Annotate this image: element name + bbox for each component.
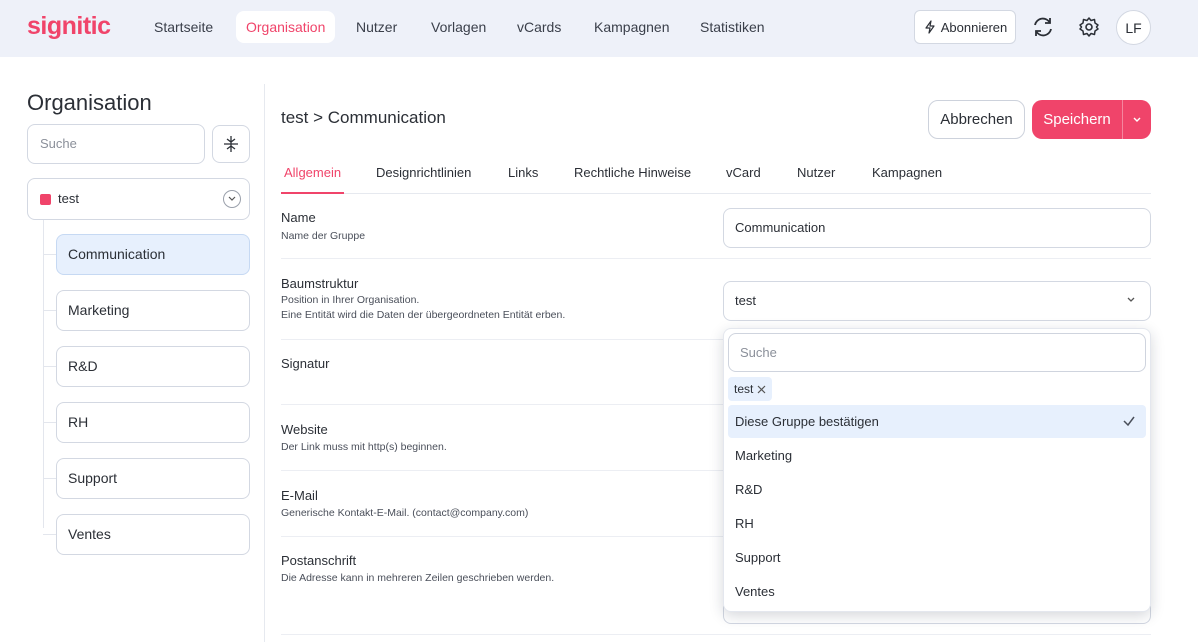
subscribe-label: Abonnieren (940, 19, 1008, 35)
sync-button[interactable] (1028, 12, 1058, 42)
email-help: Generische Kontakt-E-Mail. (contact@comp… (281, 507, 529, 519)
address-help: Die Adresse kann in mehreren Zeilen gesc… (281, 572, 555, 584)
tabs-border (281, 193, 1151, 194)
sidebar-search-input[interactable]: Suche (27, 124, 205, 164)
name-help: Name der Gruppe (281, 230, 366, 242)
tree-structure-label: Baumstruktur (281, 276, 359, 291)
tree-connector-line (43, 220, 44, 528)
dropdown-option-rnd[interactable]: R&D (728, 473, 1146, 506)
tree-connector (43, 478, 56, 479)
tree-item-rnd[interactable]: R&D (56, 346, 250, 387)
collapse-all-button[interactable] (212, 125, 250, 163)
nav-kampagnen[interactable]: Kampagnen (584, 11, 680, 43)
group-color-swatch (40, 194, 51, 205)
website-label: Website (281, 422, 328, 437)
collapse-icon (224, 136, 238, 152)
sync-icon (1034, 17, 1052, 37)
panel-divider (264, 84, 265, 642)
subscribe-button[interactable]: Abonnieren (914, 10, 1016, 44)
tree-structure-dropdown: Suche test Diese Gruppe bestätigen Marke… (723, 328, 1151, 612)
gear-icon (1079, 17, 1099, 37)
row-divider (281, 258, 1151, 259)
tree-item-communication[interactable]: Communication (56, 234, 250, 275)
name-label: Name (281, 210, 316, 225)
tree-connector (43, 254, 56, 255)
top-navigation-bar: signitic Startseite Organisation Nutzer … (0, 0, 1198, 57)
name-input[interactable]: Communication (723, 208, 1151, 248)
tree-connector (43, 534, 56, 535)
dropdown-option-marketing[interactable]: Marketing (728, 439, 1146, 472)
breadcrumb: test > Communication (281, 108, 446, 127)
signitic-logo[interactable]: signitic (27, 12, 111, 41)
tree-connector (43, 366, 56, 367)
dropdown-option-confirm-group[interactable]: Diese Gruppe bestätigen (728, 405, 1146, 438)
nav-vcards[interactable]: vCards (507, 11, 571, 43)
tree-connector (43, 310, 56, 311)
close-icon[interactable] (757, 385, 766, 394)
chevron-down-icon (1133, 117, 1141, 122)
tab-allgemein[interactable]: Allgemein (284, 165, 341, 180)
save-options-button[interactable] (1123, 100, 1151, 139)
tree-item-marketing[interactable]: Marketing (56, 290, 250, 331)
check-icon (1123, 416, 1135, 427)
dropdown-option-label: Diese Gruppe bestätigen (735, 414, 879, 429)
tab-designrichtlinien[interactable]: Designrichtlinien (376, 165, 471, 180)
expand-toggle[interactable] (223, 190, 241, 208)
active-tab-indicator (281, 192, 344, 194)
tree-structure-help-1: Position in Ihrer Organisation. (281, 294, 420, 306)
dropdown-search-input[interactable]: Suche (728, 333, 1146, 372)
selected-chip: test (728, 377, 773, 401)
tree-item-rh[interactable]: RH (56, 402, 250, 443)
nav-organisation[interactable]: Organisation (236, 11, 336, 43)
tree-structure-value: test (735, 293, 756, 308)
save-button[interactable]: Speichern (1032, 100, 1151, 139)
dropdown-option-ventes[interactable]: Ventes (728, 575, 1146, 608)
chevron-down-icon (1127, 297, 1135, 302)
nav-nutzer[interactable]: Nutzer (346, 11, 407, 43)
tree-structure-help-2: Eine Entität wird die Daten der übergeor… (281, 309, 566, 321)
tree-connector (43, 422, 56, 423)
tab-rechtliche-hinweise[interactable]: Rechtliche Hinweise (574, 165, 691, 180)
dropdown-option-rh[interactable]: RH (728, 507, 1146, 540)
tree-item-ventes[interactable]: Ventes (56, 514, 250, 555)
nav-vorlagen[interactable]: Vorlagen (421, 11, 496, 43)
signature-label: Signatur (281, 356, 330, 371)
cancel-button[interactable]: Abbrechen (928, 100, 1025, 139)
nav-statistiken[interactable]: Statistiken (690, 11, 775, 43)
tab-nutzer[interactable]: Nutzer (797, 165, 835, 180)
tree-item-support[interactable]: Support (56, 458, 250, 499)
lightning-icon (925, 20, 935, 34)
settings-button[interactable] (1074, 12, 1104, 42)
user-avatar[interactable]: LF (1116, 10, 1151, 45)
save-button-label[interactable]: Speichern (1032, 100, 1122, 139)
tab-kampagnen[interactable]: Kampagnen (872, 165, 942, 180)
selected-chip-label: test (734, 382, 754, 396)
tree-structure-select[interactable]: test (723, 281, 1151, 321)
address-label: Postanschrift (281, 553, 357, 568)
sidebar-title: Organisation (27, 90, 152, 115)
tree-root-test[interactable]: test (27, 178, 250, 220)
row-divider (281, 634, 1151, 635)
dropdown-option-support[interactable]: Support (728, 541, 1146, 574)
tree-root-label: test (58, 191, 79, 206)
nav-startseite[interactable]: Startseite (144, 11, 223, 43)
chevron-down-icon (228, 196, 236, 201)
tab-vcard[interactable]: vCard (726, 165, 761, 180)
tab-links[interactable]: Links (508, 165, 538, 180)
email-label: E-Mail (281, 488, 318, 503)
website-help: Der Link muss mit http(s) beginnen. (281, 441, 447, 453)
